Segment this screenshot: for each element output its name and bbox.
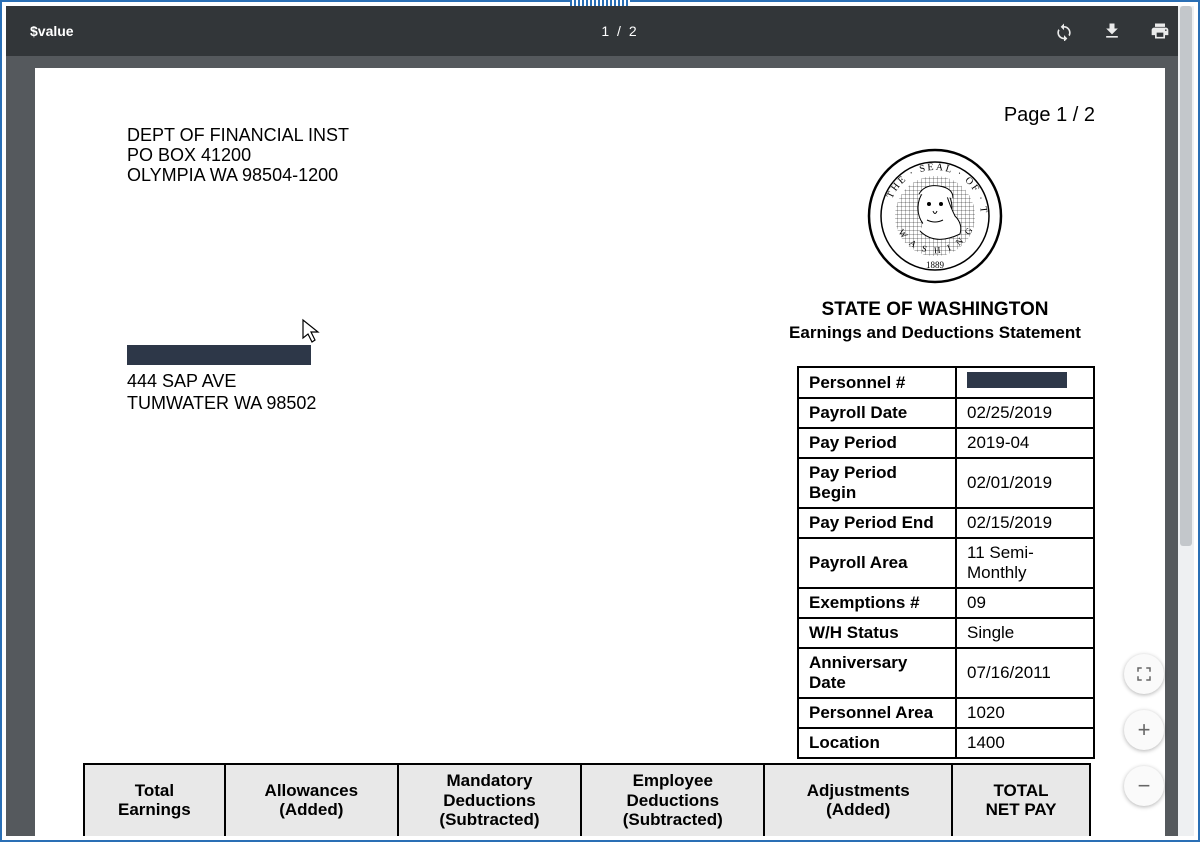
info-value: 09 xyxy=(956,588,1094,618)
info-label: Pay Period Begin xyxy=(798,458,956,508)
scroll-thumb[interactable] xyxy=(1180,6,1192,546)
summary-table: TotalEarningsAllowances(Added)MandatoryD… xyxy=(83,763,1091,836)
info-row: Payroll Area11 Semi-Monthly xyxy=(798,538,1094,588)
info-label: Personnel Area xyxy=(798,698,956,728)
info-row: W/H StatusSingle xyxy=(798,618,1094,648)
summary-header: MandatoryDeductions(Subtracted) xyxy=(398,764,581,836)
svg-text:1889: 1889 xyxy=(926,260,945,270)
info-row: Pay Period2019-04 xyxy=(798,428,1094,458)
info-row: Exemptions #09 xyxy=(798,588,1094,618)
page-number-label: Page 1 / 2 xyxy=(1004,104,1095,127)
info-label: Anniversary Date xyxy=(798,648,956,698)
info-label: Pay Period End xyxy=(798,508,956,538)
info-label: Payroll Date xyxy=(798,398,956,428)
info-value: 02/01/2019 xyxy=(956,458,1094,508)
info-label: Pay Period xyxy=(798,428,956,458)
summary-header: TOTALNET PAY xyxy=(952,764,1090,836)
zoom-in-button[interactable]: + xyxy=(1124,710,1164,750)
redacted-name xyxy=(127,345,311,365)
print-icon[interactable] xyxy=(1150,21,1170,41)
info-row: Location1400 xyxy=(798,728,1094,758)
pdf-toolbar: $value 1 / 2 xyxy=(6,6,1194,56)
summary-header: Allowances(Added) xyxy=(225,764,398,836)
download-icon[interactable] xyxy=(1102,21,1122,41)
mouse-cursor-icon xyxy=(301,318,321,344)
info-row: Pay Period End02/15/2019 xyxy=(798,508,1094,538)
info-value: 02/15/2019 xyxy=(956,508,1094,538)
statement-title: STATE OF WASHINGTON xyxy=(775,299,1095,321)
info-row: Personnel # xyxy=(798,367,1094,398)
fit-page-button[interactable] xyxy=(1124,654,1164,694)
summary-header: TotalEarnings xyxy=(84,764,225,836)
floating-controls: + − xyxy=(1124,654,1164,806)
info-label: Exemptions # xyxy=(798,588,956,618)
statement-subtitle: Earnings and Deductions Statement xyxy=(775,323,1095,343)
pdf-page-1: Page 1 / 2 DEPT OF FINANCIAL INST PO BOX… xyxy=(35,68,1165,836)
info-label: Location xyxy=(798,728,956,758)
info-value: 1020 xyxy=(956,698,1094,728)
info-row: Pay Period Begin02/01/2019 xyxy=(798,458,1094,508)
redacted-value xyxy=(967,372,1067,388)
zoom-out-button[interactable]: − xyxy=(1124,766,1164,806)
rotate-icon[interactable] xyxy=(1054,21,1074,41)
info-label: W/H Status xyxy=(798,618,956,648)
info-row: Personnel Area1020 xyxy=(798,698,1094,728)
info-value: 07/16/2011 xyxy=(956,648,1094,698)
summary-header: Adjustments(Added) xyxy=(764,764,952,836)
info-value: 1400 xyxy=(956,728,1094,758)
info-value: 02/25/2019 xyxy=(956,398,1094,428)
pdf-viewer: $value 1 / 2 Page 1 / 2 DEPT OF FINANCIA… xyxy=(6,6,1194,836)
info-row: Payroll Date02/25/2019 xyxy=(798,398,1094,428)
info-value: 2019-04 xyxy=(956,428,1094,458)
info-row: Anniversary Date07/16/2011 xyxy=(798,648,1094,698)
info-value: 11 Semi-Monthly xyxy=(956,538,1094,588)
document-title: $value xyxy=(30,23,230,39)
payroll-info-table: Personnel #Payroll Date02/25/2019Pay Per… xyxy=(797,366,1095,759)
info-value: Single xyxy=(956,618,1094,648)
summary-header: EmployeeDeductions(Subtracted) xyxy=(581,764,764,836)
pdf-canvas[interactable]: Page 1 / 2 DEPT OF FINANCIAL INST PO BOX… xyxy=(6,56,1194,836)
info-value xyxy=(956,367,1094,398)
info-label: Payroll Area xyxy=(798,538,956,588)
info-label: Personnel # xyxy=(798,367,956,398)
page-indicator: 1 / 2 xyxy=(230,23,1010,39)
vertical-scrollbar[interactable] xyxy=(1178,6,1194,836)
state-seal-icon: THE · SEAL · OF · THE · STATE · OF W A S… xyxy=(865,146,1005,286)
dept-line: DEPT OF FINANCIAL INST xyxy=(127,126,1105,146)
